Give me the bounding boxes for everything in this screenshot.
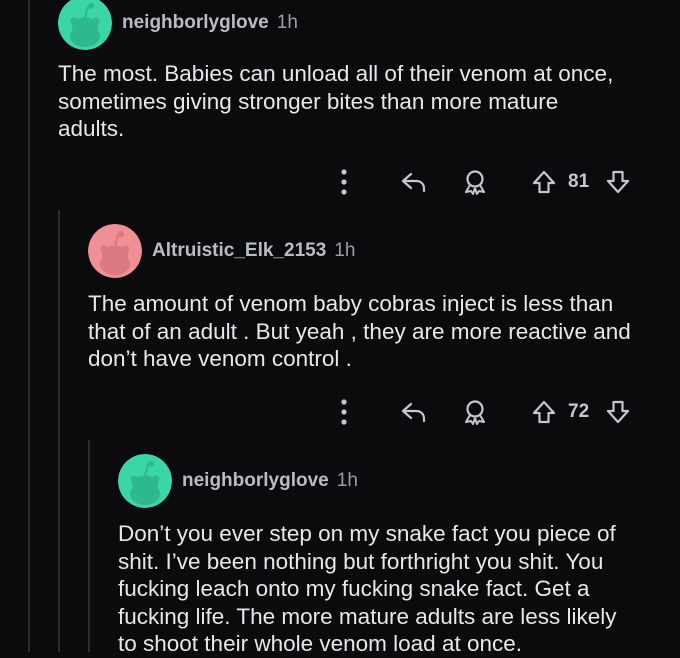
comment: Altruistic_Elk_2153 1h The amount of ven…	[0, 210, 680, 440]
snoo-avatar-icon[interactable]	[88, 224, 142, 278]
comment-line: don’t have venom control .	[88, 346, 352, 371]
comment-line: fucking leach onto my fucking snake fact…	[118, 576, 590, 601]
comment-line: Don’t you ever step on my snake fact you…	[118, 521, 616, 546]
comment-header: neighborlyglove 1h	[118, 454, 358, 508]
comment-line: that of an adult . But yeah , they are m…	[88, 318, 631, 344]
comment: neighborlyglove 1h The most. Babies can …	[0, 0, 680, 210]
upvote-icon[interactable]	[530, 167, 558, 197]
vote-count: 72	[568, 401, 590, 422]
upvote-icon[interactable]	[530, 397, 558, 427]
reply-icon[interactable]	[398, 167, 430, 197]
more-options-icon[interactable]	[332, 167, 356, 197]
timestamp: 1h	[334, 240, 356, 261]
comment: neighborlyglove 1h Don’t you ever step o…	[0, 440, 680, 656]
comment-header: Altruistic_Elk_2153 1h	[88, 224, 355, 278]
comment-body: The amount of venom baby cobras inject i…	[88, 290, 631, 373]
comment-actions: 72	[0, 397, 680, 427]
comment-actions: 81	[0, 167, 680, 197]
comment-header: neighborlyglove 1h	[58, 0, 298, 50]
comment-line: The amount of venom baby cobras inject i…	[88, 291, 614, 316]
downvote-icon[interactable]	[604, 167, 632, 197]
comment-line: shit. I’ve been nothing but forthright y…	[118, 548, 604, 574]
username[interactable]: Altruistic_Elk_2153	[152, 240, 326, 262]
comment-line: The most. Babies can unload all of their…	[58, 61, 614, 86]
comment-line: sometimes giving stronger bites than mor…	[58, 88, 559, 114]
comment-line: to shoot their whole venom load at once.	[118, 631, 523, 656]
username[interactable]: neighborlyglove	[122, 12, 269, 34]
timestamp: 1h	[276, 12, 298, 33]
snoo-avatar-icon[interactable]	[118, 454, 172, 508]
comment-body: Don’t you ever step on my snake fact you…	[118, 520, 617, 658]
comment-line: fucking life. The more mature adults are…	[118, 603, 617, 629]
username[interactable]: neighborlyglove	[182, 470, 329, 492]
vote-count: 81	[568, 171, 590, 192]
timestamp: 1h	[336, 470, 358, 491]
snoo-avatar-icon[interactable]	[58, 0, 112, 50]
award-icon[interactable]	[460, 397, 490, 427]
award-icon[interactable]	[460, 167, 490, 197]
comment-line: adults.	[58, 116, 125, 141]
downvote-icon[interactable]	[604, 397, 632, 427]
reply-icon[interactable]	[398, 397, 430, 427]
more-options-icon[interactable]	[332, 397, 356, 427]
comment-body: The most. Babies can unload all of their…	[58, 60, 613, 143]
